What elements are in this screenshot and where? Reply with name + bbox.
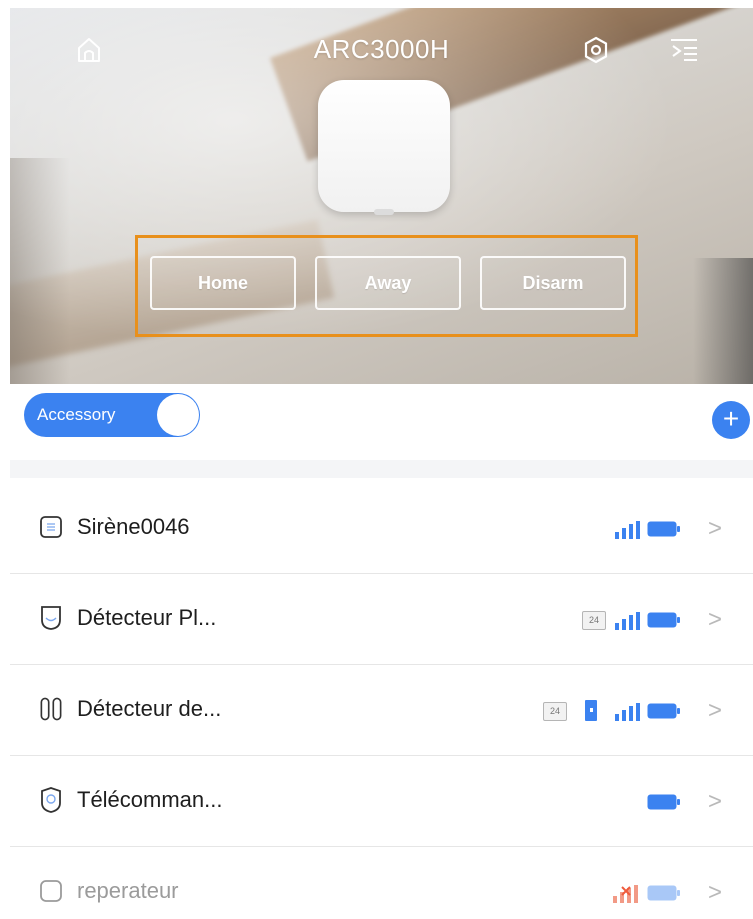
device-row-detecteur-pir[interactable]: Détecteur Pl... 24 > (10, 574, 753, 665)
battery-icon (647, 885, 680, 901)
device-row-telecommande[interactable]: Télécomman... > (10, 756, 753, 847)
door-sensor-status-icon (585, 700, 597, 721)
away-mode-button[interactable]: Away (315, 256, 461, 310)
accessory-bar: Accessory + (10, 384, 753, 460)
device-row-repeater[interactable]: reperateur > (10, 847, 753, 919)
add-accessory-button[interactable]: + (712, 401, 750, 439)
hub-device-image (318, 80, 450, 215)
page-title: ARC3000H (313, 34, 450, 64)
device-name: Détecteur Pl... (77, 605, 217, 630)
signal-offline-icon (613, 885, 638, 903)
signal-icon (615, 703, 640, 721)
chevron-right-icon: > (708, 697, 723, 724)
chevron-right-icon: > (708, 788, 723, 815)
signal-icon (615, 521, 640, 539)
hub-hero-banner: ARC3000H Home Away Disarm (10, 8, 753, 384)
device-name: Détecteur de... (77, 696, 222, 721)
chevron-right-icon: > (708, 515, 723, 542)
accessory-toggle[interactable]: Accessory (24, 393, 200, 437)
battery-icon (647, 703, 680, 719)
section-divider (10, 460, 753, 478)
menu-icon[interactable] (666, 32, 702, 68)
device-row-sirene[interactable]: Sirène0046 > (10, 483, 753, 574)
pir-detector-icon (40, 605, 62, 631)
signal-icon (615, 612, 640, 630)
24h-badge: 24 (582, 611, 606, 630)
settings-icon[interactable] (578, 32, 614, 68)
accessory-toggle-label: Accessory (37, 405, 116, 424)
battery-icon (647, 794, 680, 810)
battery-icon (647, 521, 680, 537)
repeater-icon (40, 878, 62, 904)
device-name: reperateur (77, 878, 179, 903)
battery-icon (647, 612, 680, 628)
chevron-right-icon: > (708, 879, 723, 906)
disarm-mode-button[interactable]: Disarm (480, 256, 626, 310)
home-mode-button[interactable]: Home (150, 256, 296, 310)
door-contact-icon (40, 696, 62, 722)
plus-icon: + (722, 403, 740, 434)
24h-badge: 24 (543, 702, 567, 721)
chevron-right-icon: > (708, 606, 723, 633)
toggle-knob (157, 394, 199, 436)
device-name: Télécomman... (77, 787, 223, 812)
remote-control-icon (40, 787, 62, 813)
device-row-detecteur-door[interactable]: Détecteur de... 24 > (10, 665, 753, 756)
siren-icon (40, 514, 62, 540)
device-name: Sirène0046 (77, 514, 190, 539)
app-screen: ARC3000H Home Away Disarm Accessory + Si… (10, 8, 753, 919)
